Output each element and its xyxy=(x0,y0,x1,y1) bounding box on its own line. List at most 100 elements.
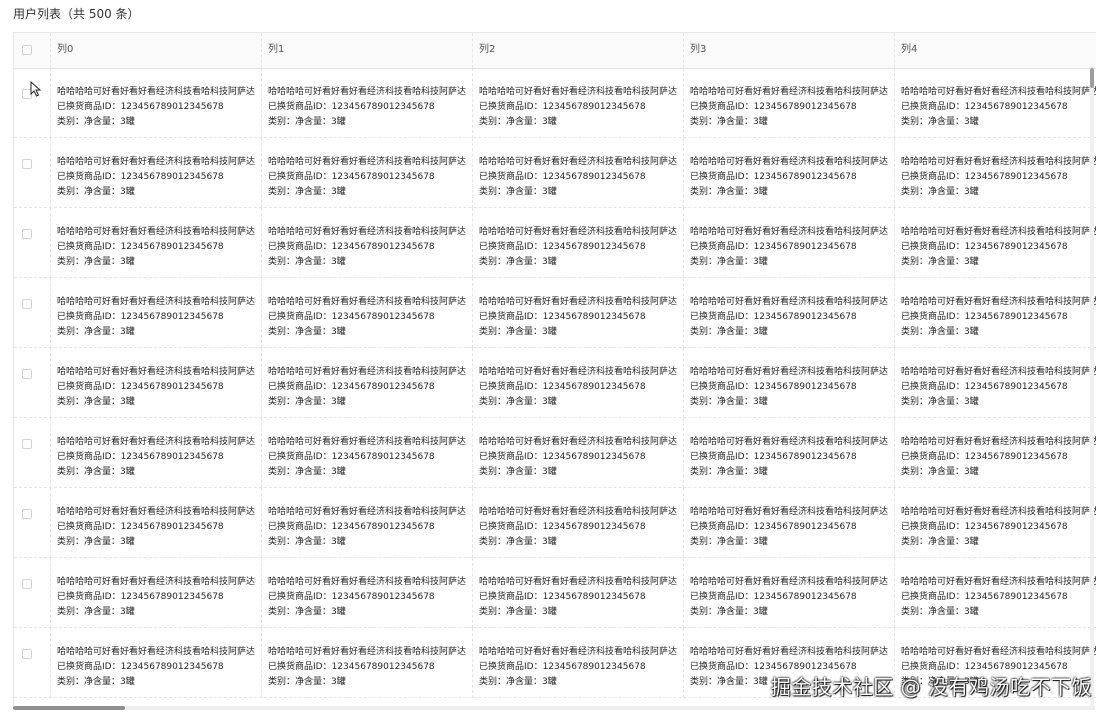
product-id: 已换货商品ID：12345678901234567​8 xyxy=(268,382,435,392)
product-name: 哈哈哈哈可好看好看好看经济科技看哈科技阿萨达 xyxy=(268,87,466,97)
product-id: 已换货商品ID：12345678901234567​8 xyxy=(690,452,857,462)
product-id: 已换货商品ID：12345678901234567​8 xyxy=(268,172,435,182)
column-header-0[interactable]: 列0 xyxy=(51,33,262,68)
product-id: 已换货商品ID：12345678901234567​8 xyxy=(690,382,857,392)
table-row: 哈哈哈哈可好看好看好看经济科技看哈科技阿萨达已换货商品ID：1234567890… xyxy=(14,278,1096,348)
product-name: 哈哈哈哈可好看好看好看经济科技看哈科技阿萨达 xyxy=(268,647,466,657)
table-cell: 哈哈哈哈可好看好看好看经济科技看哈科技阿萨达 已换货商品ID：1234567890… xyxy=(684,488,895,558)
table-cell: 哈哈哈哈可好看好看好看经济科技看哈科技阿萨达 已换货商品ID：1234567890… xyxy=(684,68,895,138)
vertical-scrollbar-thumb[interactable] xyxy=(1090,68,1094,88)
product-id: 已换货商品ID：12345678901234567​8 xyxy=(901,242,1068,252)
product-name: 哈哈哈哈可好看好看好看经济科技看哈科技阿萨达 xyxy=(479,227,677,237)
product-category: 类别：净含量：3罐 xyxy=(690,607,768,617)
product-id: 已换货商品ID：12345678901234567​8 xyxy=(268,102,435,112)
product-name: 哈哈哈哈可好看好看好看经济科技看哈科技阿萨达 xyxy=(690,297,888,307)
table-body: 哈哈哈哈可好看好看好看经济科技看哈科技阿萨达 已换货商品ID：1234567890… xyxy=(14,68,1096,698)
product-category: 类别：净含量：3罐 xyxy=(690,327,768,337)
table-cell: 哈哈哈哈可好看好看好看经济科技看哈科技阿萨达 已换货商品ID：1234567890… xyxy=(895,348,1096,418)
table-row: 哈哈哈哈可好看好看好看经济科技看哈科技阿萨达已换货商品ID：1234567890… xyxy=(14,418,1096,488)
table-cell: 哈哈哈哈可好看好看好看经济科技看哈科技阿萨达 已换货商品ID：1234567890… xyxy=(473,488,684,558)
row-checkbox-icon[interactable] xyxy=(22,159,32,169)
product-name: 哈哈哈哈可好看好看好看经济科技看哈科技阿萨达 xyxy=(57,647,255,657)
product-id: 已换货商品ID：12345678901234567​8 xyxy=(57,522,224,532)
product-name: 哈哈哈哈可好看好看好看经济科技看哈科技阿萨达 xyxy=(268,507,466,517)
table-cell: 哈哈哈哈可好看好看好看经济科技看哈科技阿萨达 已换货商品ID：1234567890… xyxy=(262,68,473,138)
product-name: 哈哈哈哈可好看好看好看经济科技看哈科技阿萨达 xyxy=(901,437,1096,447)
product-category: 类别：净含量：3罐 xyxy=(901,397,979,407)
table-row: 哈哈哈哈可好看好看好看经济科技看哈科技阿萨达已换货商品ID：1234567890… xyxy=(14,488,1096,558)
product-category: 类别：净含量：3罐 xyxy=(901,117,979,127)
product-name: 哈哈哈哈可好看好看好看经济科技看哈科技阿萨达 xyxy=(268,227,466,237)
row-select-cell xyxy=(14,488,51,558)
product-category: 类别：净含量：3罐 xyxy=(901,607,979,617)
row-checkbox-icon[interactable] xyxy=(22,649,32,659)
table-cell: 哈哈哈哈可好看好看好看经济科技看哈科技阿萨达 已换货商品ID：1234567890… xyxy=(895,208,1096,278)
product-id: 已换货商品ID：12345678901234567​8 xyxy=(57,662,224,672)
product-name: 哈哈哈哈可好看好看好看经济科技看哈科技阿萨达 xyxy=(57,227,255,237)
table-cell: 哈哈哈哈可好看好看好看经济科技看哈科技阿萨达 已换货商品ID：1234567890… xyxy=(51,348,262,418)
row-checkbox-icon[interactable] xyxy=(22,439,32,449)
product-name: 哈哈哈哈可好看好看好看经济科技看哈科技阿萨达 xyxy=(57,577,255,587)
product-id: 已换货商品ID：12345678901234567​8 xyxy=(690,242,857,252)
product-id: 已换货商品ID：12345678901234567​8 xyxy=(57,592,224,602)
table-cell: 哈哈哈哈可好看好看好看经济科技看哈科技阿萨达 已换货商品ID：1234567890… xyxy=(51,208,262,278)
product-category: 类别：净含量：3罐 xyxy=(57,607,135,617)
row-checkbox-icon[interactable] xyxy=(22,229,32,239)
product-category: 类别：净含量：3罐 xyxy=(901,327,979,337)
horizontal-scrollbar[interactable] xyxy=(13,706,1095,710)
product-category: 类别：净含量：3罐 xyxy=(479,327,557,337)
product-id: 已换货商品ID：12345678901234567​8 xyxy=(901,312,1068,322)
row-checkbox-icon[interactable] xyxy=(22,509,32,519)
product-category: 类别：净含量：3罐 xyxy=(268,397,346,407)
row-checkbox-icon[interactable] xyxy=(22,299,32,309)
product-category: 类别：净含量：3罐 xyxy=(479,467,557,477)
select-all-checkbox-icon[interactable] xyxy=(22,45,32,55)
product-name: 哈哈哈哈可好看好看好看经济科技看哈科技阿萨达 xyxy=(901,87,1096,97)
table-cell: 哈哈哈哈可好看好看好看经济科技看哈科技阿萨达 已换货商品ID：1234567890… xyxy=(51,418,262,488)
product-id: 已换货商品ID：12345678901234567​8 xyxy=(901,382,1068,392)
product-name: 哈哈哈哈可好看好看好看经济科技看哈科技阿萨达 xyxy=(901,367,1096,377)
row-select-cell xyxy=(14,138,51,208)
product-category: 类别：净含量：3罐 xyxy=(690,117,768,127)
table-cell: 哈哈哈哈可好看好看好看经济科技看哈科技阿萨达 已换货商品ID：1234567890… xyxy=(895,278,1096,348)
horizontal-scrollbar-thumb[interactable] xyxy=(13,706,125,710)
table-row: 哈哈哈哈可好看好看好看经济科技看哈科技阿萨达 已换货商品ID：1234567890… xyxy=(14,208,1096,278)
table-cell: 哈哈哈哈可好看好看好看经济科技看哈科技阿萨达 已换货商品ID：1234567890… xyxy=(473,628,684,698)
row-checkbox-icon[interactable] xyxy=(22,369,32,379)
product-name: 哈哈哈哈可好看好看好看经济科技看哈科技阿萨达 xyxy=(479,577,677,587)
product-category: 类别：净含量：3罐 xyxy=(57,537,135,547)
product-id: 已换货商品ID：12345678901234567​8 xyxy=(57,382,224,392)
column-header-4[interactable]: 列4 xyxy=(895,33,1096,68)
product-name: 哈哈哈哈可好看好看好看经济科技看哈科技阿萨达 xyxy=(690,87,888,97)
product-name: 哈哈哈哈可好看好看好看经济科技看哈科技阿萨达 xyxy=(479,367,677,377)
product-name: 哈哈哈哈可好看好看好看经济科技看哈科技阿萨达 xyxy=(901,577,1096,587)
column-header-3[interactable]: 列3 xyxy=(684,33,895,68)
product-name: 哈哈哈哈可好看好看好看经济科技看哈科技阿萨达 xyxy=(690,577,888,587)
product-name: 哈哈哈哈可好看好看好看经济科技看哈科技阿萨达 xyxy=(57,367,255,377)
product-name: 哈哈哈哈可好看好看好看经济科技看哈科技阿萨达 xyxy=(901,157,1096,167)
column-header-1[interactable]: 列1 xyxy=(262,33,473,68)
row-select-cell xyxy=(14,558,51,628)
product-id: 已换货商品ID：12345678901234567​8 xyxy=(479,382,646,392)
product-id: 已换货商品ID：12345678901234567​8 xyxy=(690,102,857,112)
table-cell: 哈哈哈哈可好看好看好看经济科技看哈科技阿萨达 已换货商品ID：1234567890… xyxy=(262,628,473,698)
table-cell: 哈哈哈哈可好看好看好看经济科技看哈科技阿萨达 已换货商品ID：1234567890… xyxy=(51,488,262,558)
product-name: 哈哈哈哈可好看好看好看经济科技看哈科技阿萨达 xyxy=(690,227,888,237)
product-name: 哈哈哈哈可好看好看好看经济科技看哈科技阿萨达 xyxy=(479,87,677,97)
vertical-scrollbar[interactable] xyxy=(1090,66,1094,706)
product-id: 已换货商品ID：12345678901234567​8 xyxy=(57,172,224,182)
row-checkbox-icon[interactable] xyxy=(22,579,32,589)
table-cell: 哈哈哈哈可好看好看好看经济科技看哈科技阿萨达 已换货商品ID：1234567890… xyxy=(895,68,1096,138)
column-header-2[interactable]: 列2 xyxy=(473,33,684,68)
watermark: 掘金技术社区 @ 没有鸡汤吃不下饭 xyxy=(770,675,1092,699)
product-id: 已换货商品ID：12345678901234567​8 xyxy=(268,242,435,252)
product-id: 已换货商品ID：12345678901234567​8 xyxy=(479,592,646,602)
table-cell: 哈哈哈哈可好看好看好看经济科技看哈科技阿萨达 已换货商品ID：1234567890… xyxy=(684,418,895,488)
product-category: 类别：净含量：3罐 xyxy=(57,467,135,477)
product-name: 哈哈哈哈可好看好看好看经济科技看哈科技阿萨达 xyxy=(479,647,677,657)
product-category: 类别：净含量：3罐 xyxy=(690,187,768,197)
product-name: 哈哈哈哈可好看好看好看经济科技看哈科技阿萨达 xyxy=(901,507,1096,517)
row-select-cell xyxy=(14,68,51,138)
table-cell: 哈哈哈哈可好看好看好看经济科技看哈科技阿萨达 已换货商品ID：1234567890… xyxy=(51,558,262,628)
product-name: 哈哈哈哈可好看好看好看经济科技看哈科技阿萨达 xyxy=(479,507,677,517)
